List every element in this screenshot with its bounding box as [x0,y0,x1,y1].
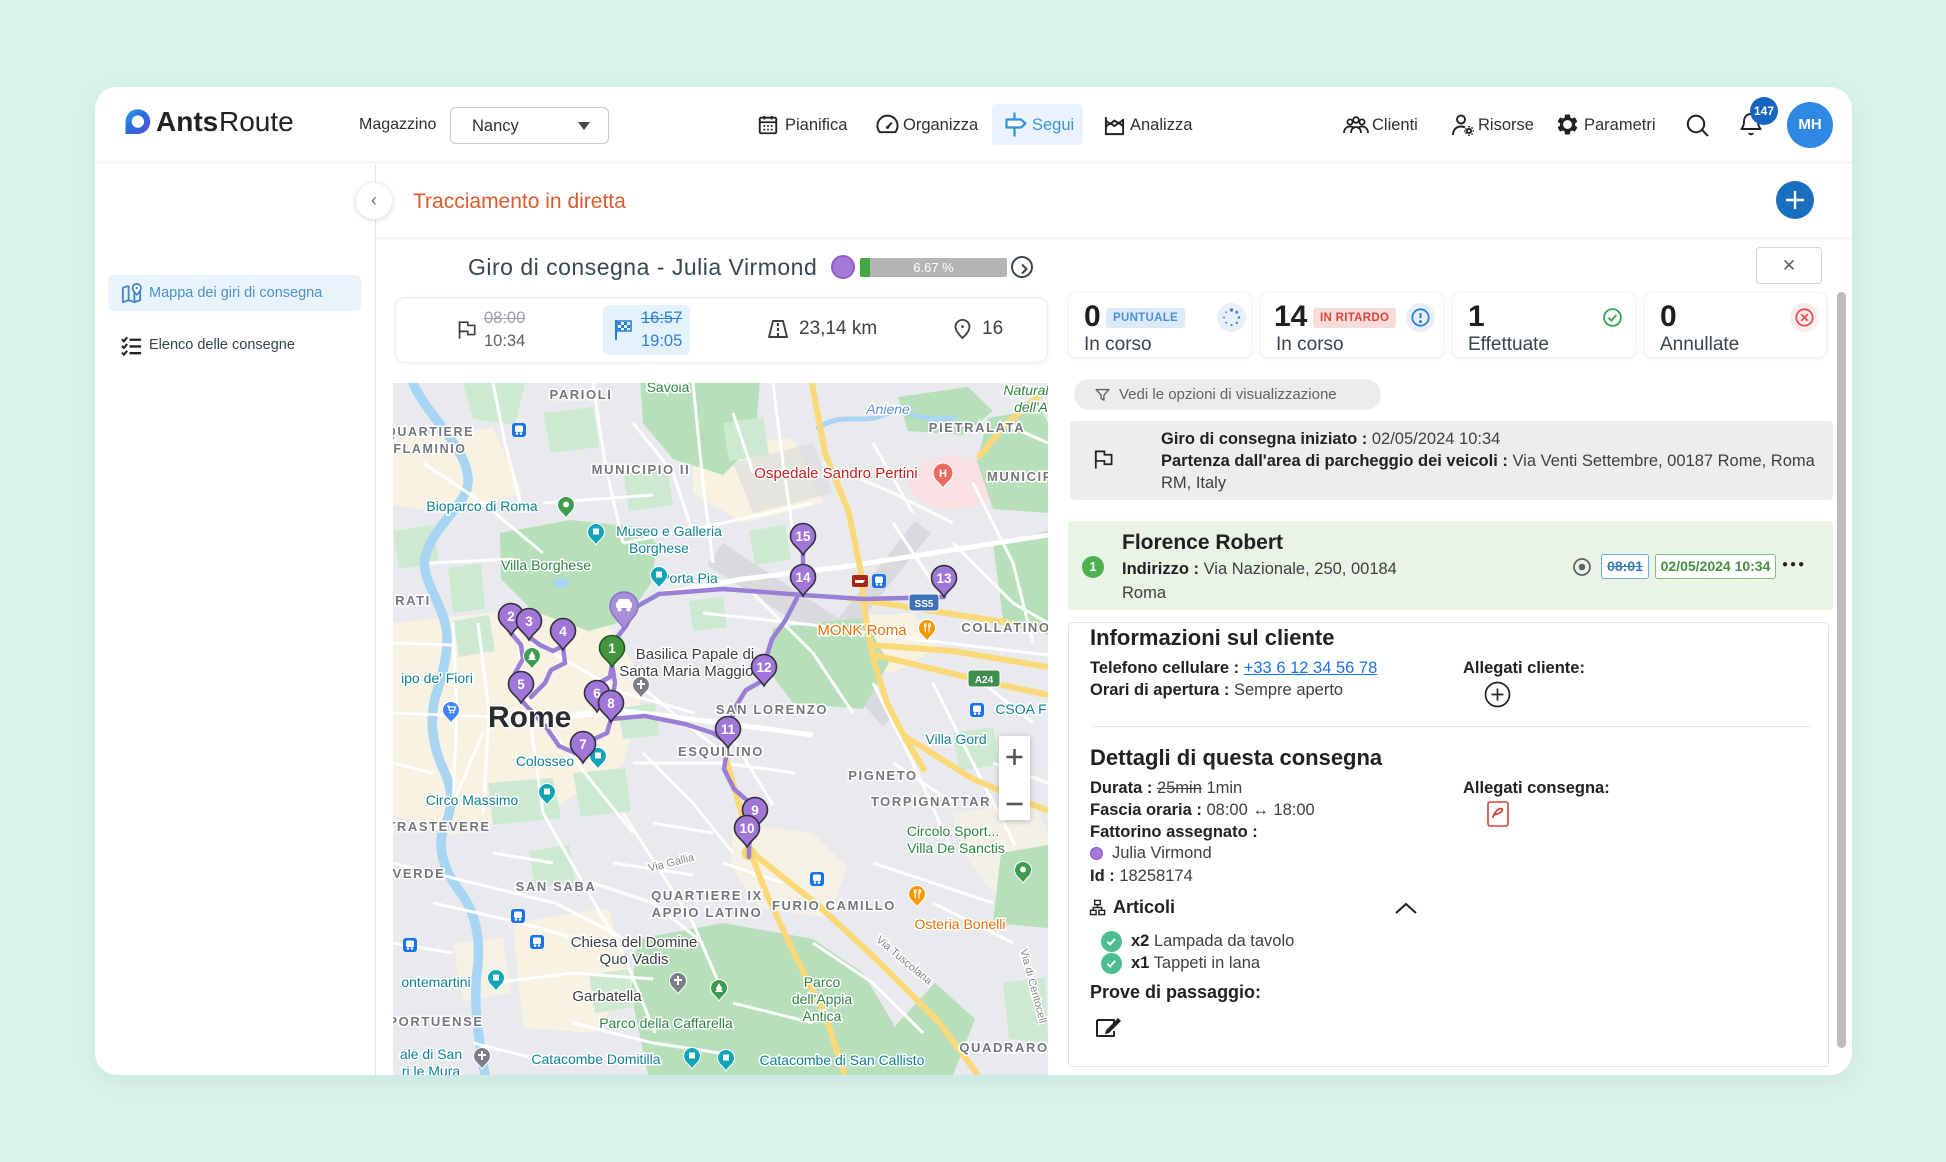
svg-text:PARIOLI: PARIOLI [550,387,613,402]
svg-text:ipo de' Fiori: ipo de' Fiori [401,670,473,686]
svg-text:Basilica Papale di: Basilica Papale di [636,646,754,663]
svg-text:Museo e Galleria: Museo e Galleria [616,523,722,539]
svg-text:FURIO CAMILLO: FURIO CAMILLO [772,898,896,913]
svg-text:QUARTIERE: QUARTIERE [393,425,474,439]
svg-text:SS5: SS5 [915,599,934,610]
svg-text:7: 7 [579,737,587,752]
svg-text:ale di San: ale di San [400,1046,462,1062]
svg-text:15: 15 [795,529,811,544]
svg-text:Parco della Caffarella: Parco della Caffarella [599,1015,733,1031]
svg-text:2: 2 [507,609,515,624]
svg-text:1: 1 [608,641,616,656]
svg-text:RATI: RATI [395,593,431,608]
svg-text:Villa Gord: Villa Gord [925,731,986,747]
svg-text:FLAMINIO: FLAMINIO [393,442,466,456]
svg-text:8: 8 [607,696,615,711]
svg-text:MUNICIPIO II: MUNICIPIO II [592,462,691,477]
svg-text:Savoia: Savoia [647,383,690,395]
svg-text:Villa De Sanctis: Villa De Sanctis [907,840,1005,856]
svg-text:Ants: Ants [156,108,218,137]
svg-text:3: 3 [525,614,533,629]
svg-text:12: 12 [756,660,771,675]
svg-text:Bioparco di Roma: Bioparco di Roma [426,498,537,514]
svg-text:PIETRALATA: PIETRALATA [929,420,1025,435]
svg-text:4: 4 [559,624,567,639]
svg-text:10: 10 [739,821,754,836]
svg-text:SAN SABA: SAN SABA [516,879,597,894]
svg-text:ESQUILINO: ESQUILINO [678,744,764,759]
svg-text:9: 9 [751,803,759,818]
svg-text:Quo Vadis: Quo Vadis [600,951,669,968]
svg-text:Antica: Antica [803,1008,842,1024]
svg-text:14: 14 [795,570,811,585]
svg-text:Borghese: Borghese [629,540,689,556]
svg-text:dell'Appia: dell'Appia [792,991,852,1007]
svg-text:Circo Massimo: Circo Massimo [426,792,519,808]
svg-text:Circolo Sport...: Circolo Sport... [907,823,1000,839]
svg-text:Catacombe di San Callisto: Catacombe di San Callisto [760,1052,925,1068]
svg-text:Parco: Parco [804,974,841,990]
svg-text:Catacombe Domitilla: Catacombe Domitilla [531,1051,660,1067]
svg-text:dell'A: dell'A [1014,399,1048,415]
svg-text:MUNICIP: MUNICIP [987,469,1048,484]
svg-text:APPIO LATINO: APPIO LATINO [652,905,763,920]
svg-text:SAN LORENZO: SAN LORENZO [716,702,828,717]
svg-text:Chiesa del Domine: Chiesa del Domine [571,934,698,951]
svg-text:VERDE: VERDE [393,866,445,881]
svg-text:5: 5 [517,677,525,692]
svg-text:13: 13 [936,571,952,586]
svg-text:PORTUENSE: PORTUENSE [393,1014,484,1029]
svg-text:H: H [939,468,947,480]
svg-text:QUADRARO: QUADRARO [959,1040,1048,1055]
svg-text:Garbatella: Garbatella [572,988,642,1005]
svg-text:Rome: Rome [488,701,571,734]
svg-text:Colosseo: Colosseo [516,753,575,769]
svg-text:A24: A24 [975,675,994,686]
svg-text:Villa Borghese: Villa Borghese [501,557,591,573]
svg-text:TORPIGNATTAR: TORPIGNATTAR [871,794,991,809]
svg-text:Route: Route [219,108,294,137]
svg-text:Osteria Bonelli: Osteria Bonelli [914,916,1005,932]
svg-text:TRASTEVERE: TRASTEVERE [393,819,491,834]
svg-text:CSOA F: CSOA F [995,701,1046,717]
svg-text:Natural: Natural [1003,383,1048,398]
svg-text:MONK Roma: MONK Roma [817,622,907,639]
svg-text:11: 11 [721,722,736,737]
svg-text:Aniene: Aniene [865,401,910,417]
svg-text:PIGNETO: PIGNETO [848,768,917,783]
svg-text:Ospedale Sandro Pertini: Ospedale Sandro Pertini [754,465,917,482]
svg-text:QUARTIERE IX: QUARTIERE IX [651,888,763,903]
svg-text:Porta Pia: Porta Pia [660,570,718,586]
svg-text:COLLATINO: COLLATINO [961,620,1048,635]
svg-text:ontemartini: ontemartini [401,974,470,990]
svg-text:ri le Mura: ri le Mura [402,1063,461,1075]
